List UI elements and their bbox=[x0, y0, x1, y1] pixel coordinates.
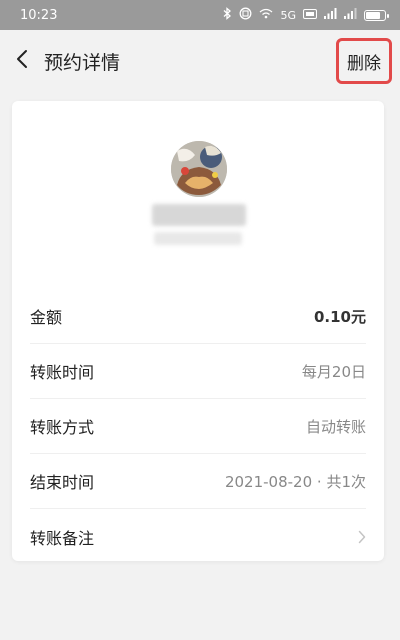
back-button[interactable] bbox=[0, 30, 44, 92]
detail-row-transfer-time: 转账时间 每月20日 bbox=[30, 344, 366, 399]
battery-icon bbox=[364, 9, 389, 21]
status-bar: 10:23 5G bbox=[0, 0, 400, 30]
detail-list: 金额 0.10元 转账时间 每月20日 转账方式 自动转账 结束时间 2021-… bbox=[12, 289, 384, 564]
row-value: 2021-08-20 · 共1次 bbox=[224, 472, 366, 491]
row-label: 金额 bbox=[30, 308, 63, 327]
row-label: 转账备注 bbox=[30, 528, 95, 548]
row-label: 结束时间 bbox=[30, 473, 95, 492]
bluetooth-icon bbox=[223, 7, 232, 23]
row-value: 自动转账 bbox=[305, 417, 366, 436]
delete-button[interactable]: 删除 bbox=[336, 38, 392, 84]
detail-row-amount: 金额 0.10元 bbox=[30, 289, 366, 344]
nav-bar: 预约详情 删除 bbox=[0, 30, 400, 92]
wifi-icon bbox=[259, 8, 273, 22]
blurred-name bbox=[152, 204, 246, 226]
row-label: 转账方式 bbox=[30, 418, 95, 437]
blurred-account bbox=[154, 232, 242, 245]
status-time: 10:23 bbox=[20, 7, 58, 23]
status-icons: 5G bbox=[223, 7, 389, 23]
signal-icon bbox=[324, 8, 337, 22]
page-title: 预约详情 bbox=[44, 51, 121, 74]
hd-icon bbox=[303, 8, 317, 22]
network-type-text: 5G bbox=[280, 8, 296, 22]
avatar bbox=[171, 141, 227, 197]
detail-row-end-time: 结束时间 2021-08-20 · 共1次 bbox=[30, 454, 366, 509]
signal-icon bbox=[344, 8, 357, 22]
chevron-left-icon bbox=[16, 49, 28, 73]
row-value: 0.10元 bbox=[313, 307, 366, 326]
row-label: 转账时间 bbox=[30, 363, 95, 382]
detail-row-transfer-method: 转账方式 自动转账 bbox=[30, 399, 366, 454]
nfc-icon bbox=[239, 7, 252, 23]
detail-card: 金额 0.10元 转账时间 每月20日 转账方式 自动转账 结束时间 2021-… bbox=[12, 101, 384, 561]
row-value: 每月20日 bbox=[301, 362, 366, 381]
chevron-right-icon bbox=[358, 530, 366, 544]
detail-row-transfer-note[interactable]: 转账备注 bbox=[30, 509, 366, 564]
